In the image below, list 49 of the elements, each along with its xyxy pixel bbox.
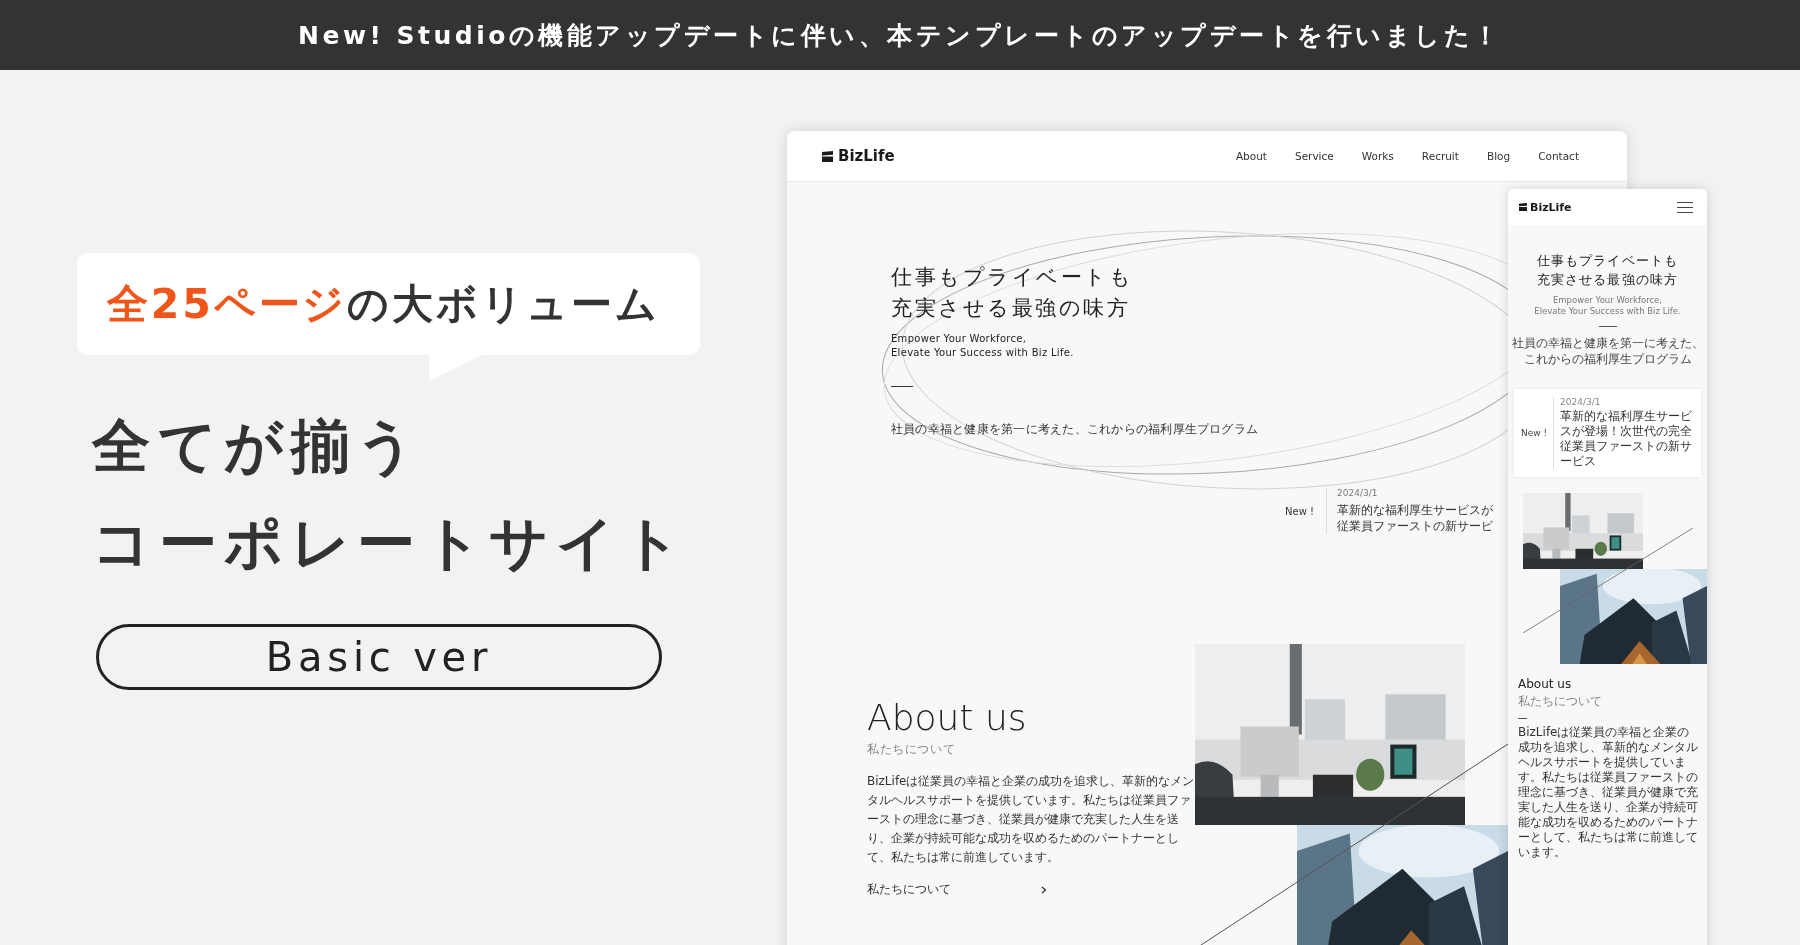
- news-title[interactable]: 従業員ファーストの新サービ: [1337, 518, 1493, 534]
- about-text: BizLifeは従業員の幸福と企業の成功を追求し、革新的なメンタルヘルスサポートを提供しています。私たちは従業員ファーストの理念に基づき、従業員が健康で充実した人生を送り、企業が持続可能な成功を収めるためのパートナーとして、私たちは常に前進しています。: [1518, 725, 1699, 860]
- nav-link[interactable]: Contact: [1538, 150, 1579, 162]
- about-link[interactable]: 私たちについて: [867, 881, 951, 898]
- logo-icon: [1519, 203, 1527, 211]
- hero-title: 充実させる最強の味方: [1536, 271, 1679, 289]
- headline: コーポレートサイト: [92, 508, 690, 579]
- hero-lead: 社員の幸福と健康を第一に考えた、: [1510, 335, 1705, 351]
- logo-text: BizLife: [838, 147, 895, 165]
- logo[interactable]: BizLife: [1519, 200, 1572, 214]
- hero-title: 仕事もプライベートも: [891, 264, 1135, 291]
- announcement-text: New! Studioの機能アップデートに伴い、本テンプレートのアップデートを行いました！: [298, 19, 1502, 52]
- hero-lead: 社員の幸福と健康を第一に考えた、これからの福利厚生プログラム: [891, 421, 1259, 438]
- headline: 全てが揃う: [92, 411, 424, 482]
- logo-text: BizLife: [1530, 200, 1572, 214]
- menu-icon[interactable]: [1677, 201, 1693, 213]
- news-card[interactable]: New ! 2024/3/1 革新的な福利厚生サービスが登場！次世代の完全従業員ファーストの新サービス: [1514, 389, 1701, 477]
- news-title: 革新的な福利厚生サービスが登場！次世代の完全従業員ファーストの新サービス: [1560, 409, 1694, 469]
- hero-subtitle: Empower Your Workforce,: [1551, 295, 1664, 306]
- section-heading: About us: [867, 697, 1028, 739]
- version-badge: Basic ver: [96, 624, 662, 690]
- news-label: New !: [1521, 428, 1548, 438]
- news-date: 2024/3/1: [1560, 397, 1602, 407]
- nav-link[interactable]: Works: [1361, 150, 1394, 162]
- hero-subtitle: Elevate Your Success with Biz Life.: [891, 346, 1075, 360]
- about-text: て、私たちは常に前進しています。: [867, 849, 1060, 866]
- news-label: New !: [1285, 505, 1314, 517]
- news-date: 2024/3/1: [1337, 488, 1379, 498]
- hero-subtitle: Elevate Your Success with Biz Life.: [1533, 306, 1682, 317]
- section-subheading: 私たちについて: [867, 741, 957, 758]
- section-subheading: 私たちについて: [1518, 693, 1603, 710]
- nav-link[interactable]: Recruit: [1421, 150, 1459, 162]
- hero-lead: これからの福利厚生プログラム: [1522, 351, 1693, 367]
- hero-title: 仕事もプライベートも: [1536, 252, 1679, 270]
- bubble-text: 全25ページの大ボリューム: [107, 279, 660, 330]
- chevron-right-icon[interactable]: [1041, 885, 1047, 894]
- about-text: BizLifeは従業員の幸福と企業の成功を追求し、革新的なメン: [867, 773, 1195, 790]
- about-text: タルヘルスサポートを提供しています。私たちは従業員ファ: [867, 792, 1192, 809]
- about-text: ーストの理念に基づき、従業員が健康で充実した人生を送: [867, 811, 1180, 828]
- news-title[interactable]: 革新的な福利厚生サービスが: [1337, 502, 1493, 518]
- logo-icon: [822, 150, 833, 162]
- section-heading: About us: [1518, 677, 1573, 691]
- hero-title: 充実させる最強の味方: [891, 295, 1132, 322]
- hero-subtitle: Empower Your Workforce,: [891, 332, 1028, 346]
- nav-link[interactable]: About: [1235, 150, 1267, 162]
- logo[interactable]: BizLife: [822, 147, 895, 165]
- about-text: り、企業が持続可能な成功を収めるためのパートナーとし: [867, 830, 1180, 847]
- nav-link[interactable]: Service: [1294, 150, 1334, 162]
- nav-link[interactable]: Blog: [1486, 150, 1511, 162]
